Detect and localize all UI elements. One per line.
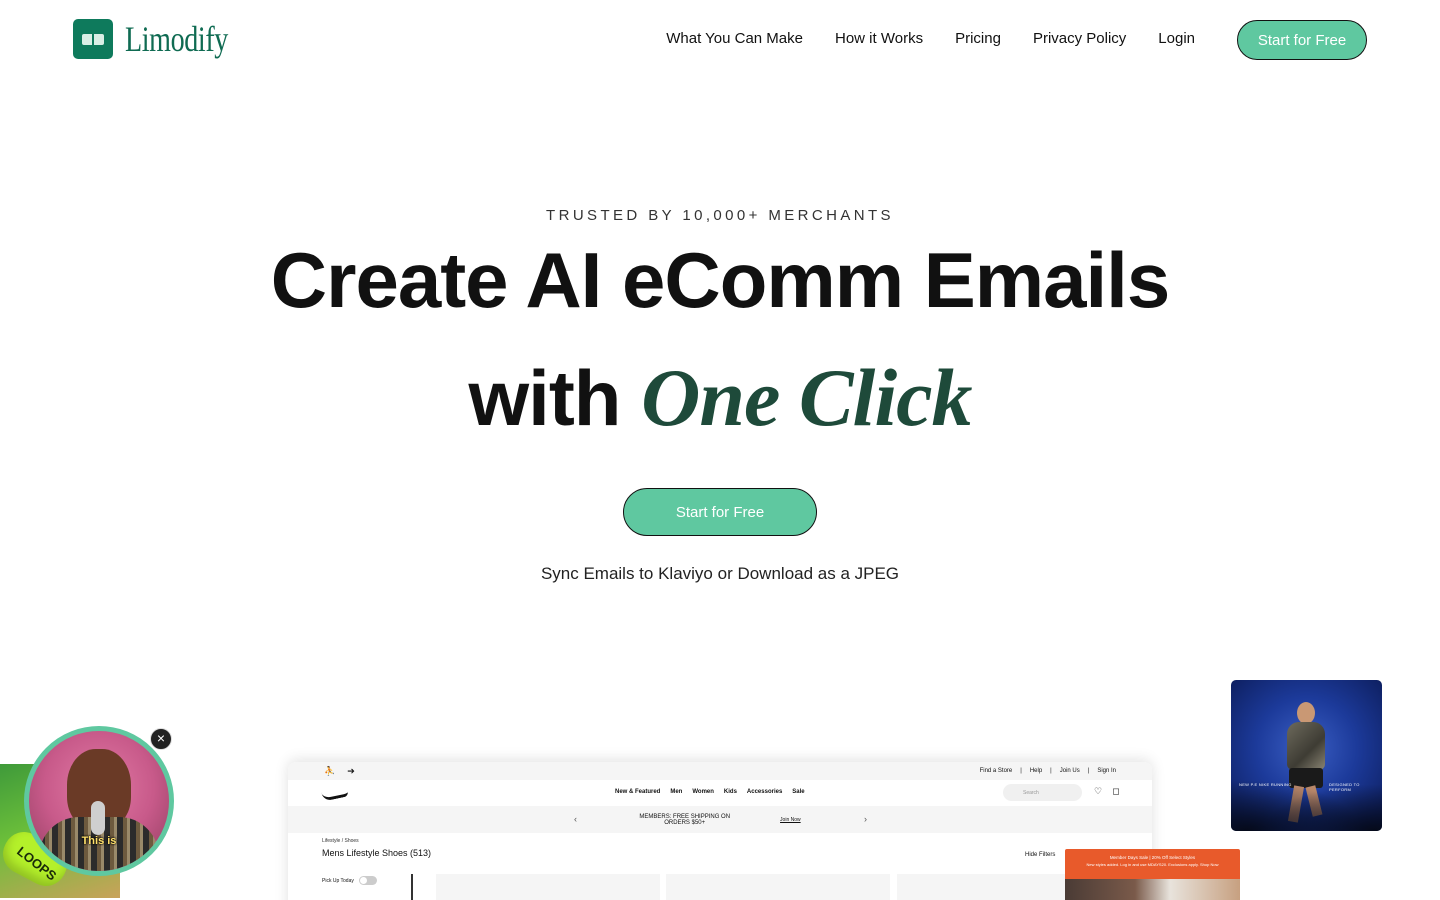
preview-brand-icons: ⛹ ➔: [324, 766, 355, 777]
headline-line-1: Create AI eComm Emails: [270, 236, 1170, 324]
hero-subnote: Sync Emails to Klaviyo or Download as a …: [540, 564, 900, 583]
preview-banner-line-2: ORDERS $50+: [664, 819, 706, 826]
preview-menu: New & Featured Men Women Kids Accessorie…: [615, 789, 805, 795]
preview-menu-item: Men: [670, 789, 683, 795]
nav-link-what-you-can-make[interactable]: What You Can Make: [666, 30, 803, 47]
preview-banner-line-1: MEMBERS: FREE SHIPPING ON: [639, 813, 731, 820]
runner-video-tile[interactable]: NEW P.E NIKE RUNNING DESIGNED TO PERFORM: [1231, 680, 1382, 831]
hero-eyebrow: TRUSTED BY 10,000+ MERCHANTS: [546, 207, 894, 224]
video-testimonial-bubble[interactable]: This is: [24, 726, 174, 876]
preview-util-divider: |: [1087, 768, 1090, 774]
preview-util-divider: |: [1050, 768, 1052, 774]
preview-page-title: Mens Lifestyle Shoes (513): [322, 848, 432, 858]
jordan-icon: ⛹: [324, 765, 336, 776]
headline-line-2: with One Click: [0, 350, 1440, 446]
nav-start-for-free-button[interactable]: Start for Free: [1237, 20, 1367, 60]
headline-prefix: with: [468, 354, 621, 442]
preview-menu-item: Sale: [792, 789, 805, 795]
preview-main-nav: New & Featured Men Women Kids Accessorie…: [288, 780, 1152, 806]
preview-pickup-label: Pick Up Today: [322, 877, 354, 884]
email-card-headline: Member Days Sale | 20% Off Select Styles: [1109, 855, 1196, 860]
preview-menu-item: Kids: [723, 789, 737, 795]
preview-pickup-toggle: Pick Up Today: [322, 876, 377, 885]
limodify-logo-icon: [73, 19, 113, 59]
nav-link-pricing[interactable]: Pricing: [955, 30, 1001, 47]
preview-search-field: Search: [1003, 784, 1082, 801]
preview-promo-banner: ‹ MEMBERS: FREE SHIPPING ON ORDERS $50+ …: [288, 806, 1152, 833]
email-preview-mockup: ⛹ ➔ Find a Store | Help | Join Us | Sign…: [288, 762, 1152, 900]
headline-accent: One Click: [641, 352, 972, 443]
video-caption-left: NEW P.E NIKE RUNNING: [1239, 782, 1292, 787]
email-card-image: [1065, 879, 1240, 900]
close-icon[interactable]: ×: [150, 728, 172, 750]
preview-banner-text: MEMBERS: FREE SHIPPING ON ORDERS $50+: [639, 814, 730, 826]
preview-icons: ♡ ◻: [1094, 786, 1120, 797]
preview-product-card: [436, 874, 660, 900]
preview-util-link: Sign In: [1097, 768, 1116, 774]
video-caption-right: DESIGNED TO PERFORM: [1329, 782, 1360, 792]
chevron-left-icon: ‹: [574, 814, 577, 824]
nav-links: What You Can Make How it Works Pricing P…: [666, 30, 1195, 47]
preview-menu-item: Accessories: [746, 789, 783, 795]
preview-utility-links: Find a Store | Help | Join Us | Sign In: [980, 768, 1116, 774]
top-nav: Limodify What You Can Make How it Works …: [0, 0, 1440, 80]
email-card-subline-text: New styles added. Log in and use MDAYS20…: [1086, 862, 1199, 867]
preview-util-link: Help: [1029, 768, 1043, 774]
preview-menu-item: Women: [692, 789, 714, 795]
preview-product-card: [666, 874, 890, 900]
runner-torso: [1287, 722, 1325, 770]
brand-name: Limodify: [125, 19, 228, 59]
video-caption: This is: [81, 835, 117, 847]
email-card-link: Shop Now: [1200, 862, 1219, 867]
runner-head: [1297, 702, 1315, 724]
converse-icon: ➔: [347, 765, 355, 776]
swoosh-logo-icon: [320, 788, 350, 798]
nav-link-how-it-works[interactable]: How it Works: [835, 30, 923, 47]
hero-headline: Create AI eComm Emails with One Click: [0, 232, 1440, 446]
nav-link-privacy-policy[interactable]: Privacy Policy: [1033, 30, 1126, 47]
floating-email-card: Member Days Sale | 20% Off Select Styles…: [1065, 849, 1240, 900]
email-card-subline: New styles added. Log in and use MDAYS20…: [1065, 862, 1240, 867]
preview-divider: [411, 874, 413, 900]
heart-icon: ♡: [1094, 786, 1103, 796]
chevron-right-icon: ›: [864, 814, 867, 824]
preview-breadcrumb: Lifestyle / Shoes: [322, 838, 359, 844]
preview-menu-item: New & Featured: [615, 789, 661, 795]
bag-icon: ◻: [1112, 786, 1120, 796]
toggle-icon: [358, 876, 377, 885]
preview-util-divider: |: [1020, 768, 1022, 774]
brand-logo[interactable]: Limodify: [73, 18, 257, 60]
microphone-icon: [91, 801, 105, 835]
tree-silhouette: [1231, 771, 1382, 831]
hero-start-for-free-button[interactable]: Start for Free: [623, 488, 817, 536]
preview-util-link: Find a Store: [979, 768, 1013, 774]
preview-join-link: Join Now: [780, 816, 801, 823]
preview-util-link: Join Us: [1059, 768, 1080, 774]
nav-link-login[interactable]: Login: [1158, 30, 1195, 47]
preview-hide-filters: Hide Filters: [1025, 852, 1056, 858]
preview-utility-bar: ⛹ ➔ Find a Store | Help | Join Us | Sign…: [288, 762, 1152, 780]
